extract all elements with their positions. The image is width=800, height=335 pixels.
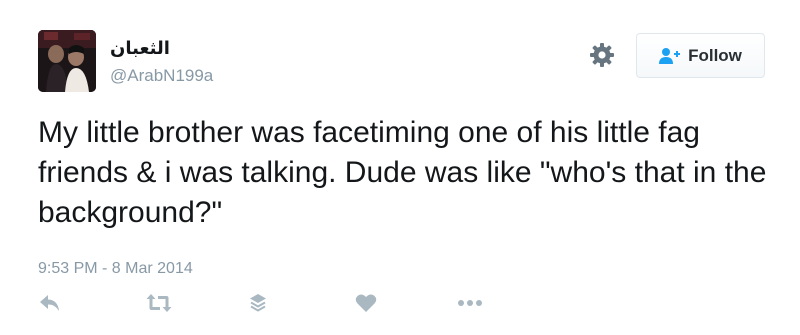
stack-icon[interactable] xyxy=(249,293,267,315)
more-dots-icon[interactable] xyxy=(457,299,483,307)
user-handle[interactable]: @ArabN199a xyxy=(110,66,213,86)
gear-icon[interactable] xyxy=(589,42,615,68)
follow-button[interactable]: Follow xyxy=(636,33,765,78)
display-name[interactable]: الثعبان xyxy=(110,38,170,59)
tweet-text: My little brother was facetiming one of … xyxy=(38,116,767,229)
tweet-actions xyxy=(0,285,800,325)
like-heart-icon[interactable] xyxy=(355,293,377,313)
reply-icon[interactable] xyxy=(39,293,61,313)
tweet-card: الثعبان @ArabN199a Follow My little brot… xyxy=(0,0,800,335)
avatar[interactable] xyxy=(38,30,96,92)
follow-person-plus-icon xyxy=(659,47,681,64)
tweet-timestamp[interactable]: 9:53 PM - 8 Mar 2014 xyxy=(38,260,193,278)
retweet-icon[interactable] xyxy=(146,293,172,313)
follow-button-label: Follow xyxy=(688,45,742,65)
